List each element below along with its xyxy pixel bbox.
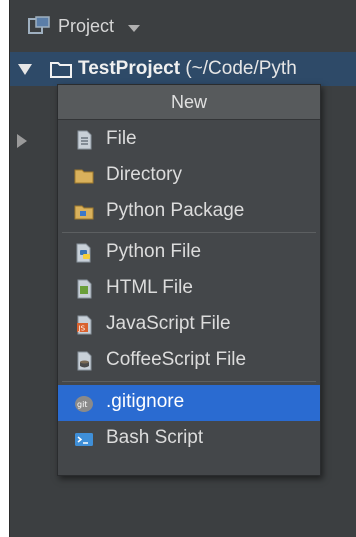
menu-item-label: HTML File [106, 277, 193, 298]
menu-separator [62, 232, 316, 233]
html-file-icon [77, 279, 92, 299]
menu-item-python-package[interactable]: Python Package [58, 194, 320, 230]
menu-item-label: Python File [106, 241, 202, 262]
menu-title: New [58, 85, 320, 120]
menu-item-html-file[interactable]: HTML File [58, 271, 320, 307]
menu-separator [62, 381, 316, 382]
project-panel: Project TestProject (~/Code/Pyth New Fil… [9, 0, 356, 537]
menu-item-gitignore[interactable]: git .gitignore [58, 385, 320, 421]
menu-item-javascript-file[interactable]: JS JavaScript File [58, 307, 320, 343]
svg-text:git: git [77, 400, 87, 409]
tree-item-project-root[interactable]: TestProject (~/Code/Pyth [10, 52, 356, 86]
coffeescript-file-icon [77, 351, 92, 371]
menu-item-python-file[interactable]: Python File [58, 235, 320, 271]
menu-item-label: Python Package [106, 200, 245, 221]
dropdown-arrow-icon[interactable] [128, 24, 141, 32]
folder-icon [74, 169, 94, 184]
project-root-label: TestProject (~/Code/Pyth [78, 58, 297, 79]
project-view-icon [28, 16, 50, 34]
svg-text:JS: JS [78, 325, 86, 333]
menu-item-label: JavaScript File [106, 313, 231, 334]
new-context-menu: New File Directory Python Package Python… [57, 84, 321, 476]
menu-item-label: Bash Script [106, 427, 204, 448]
menu-item-label: CoffeeScript File [106, 349, 247, 370]
javascript-file-icon: JS [77, 315, 92, 335]
menu-item-file[interactable]: File [58, 122, 320, 158]
expand-arrow-down-icon[interactable] [18, 63, 32, 75]
python-file-icon [76, 243, 91, 263]
menu-item-bash-script[interactable]: Bash Script [58, 421, 320, 457]
folder-icon [50, 61, 72, 78]
package-icon [74, 205, 94, 220]
file-icon [77, 130, 92, 150]
menu-item-coffeescript-file[interactable]: CoffeeScript File [58, 343, 320, 379]
menu-item-directory[interactable]: Directory [58, 158, 320, 194]
git-icon: git [75, 396, 93, 412]
expand-arrow-right-icon[interactable] [17, 134, 27, 148]
menu-item-label: .gitignore [106, 391, 185, 412]
menu-item-label: Directory [106, 164, 183, 185]
menu-item-label: File [106, 128, 137, 149]
project-view-label: Project [58, 15, 115, 36]
terminal-icon [75, 433, 93, 446]
project-panel-header[interactable]: Project [10, 0, 356, 52]
